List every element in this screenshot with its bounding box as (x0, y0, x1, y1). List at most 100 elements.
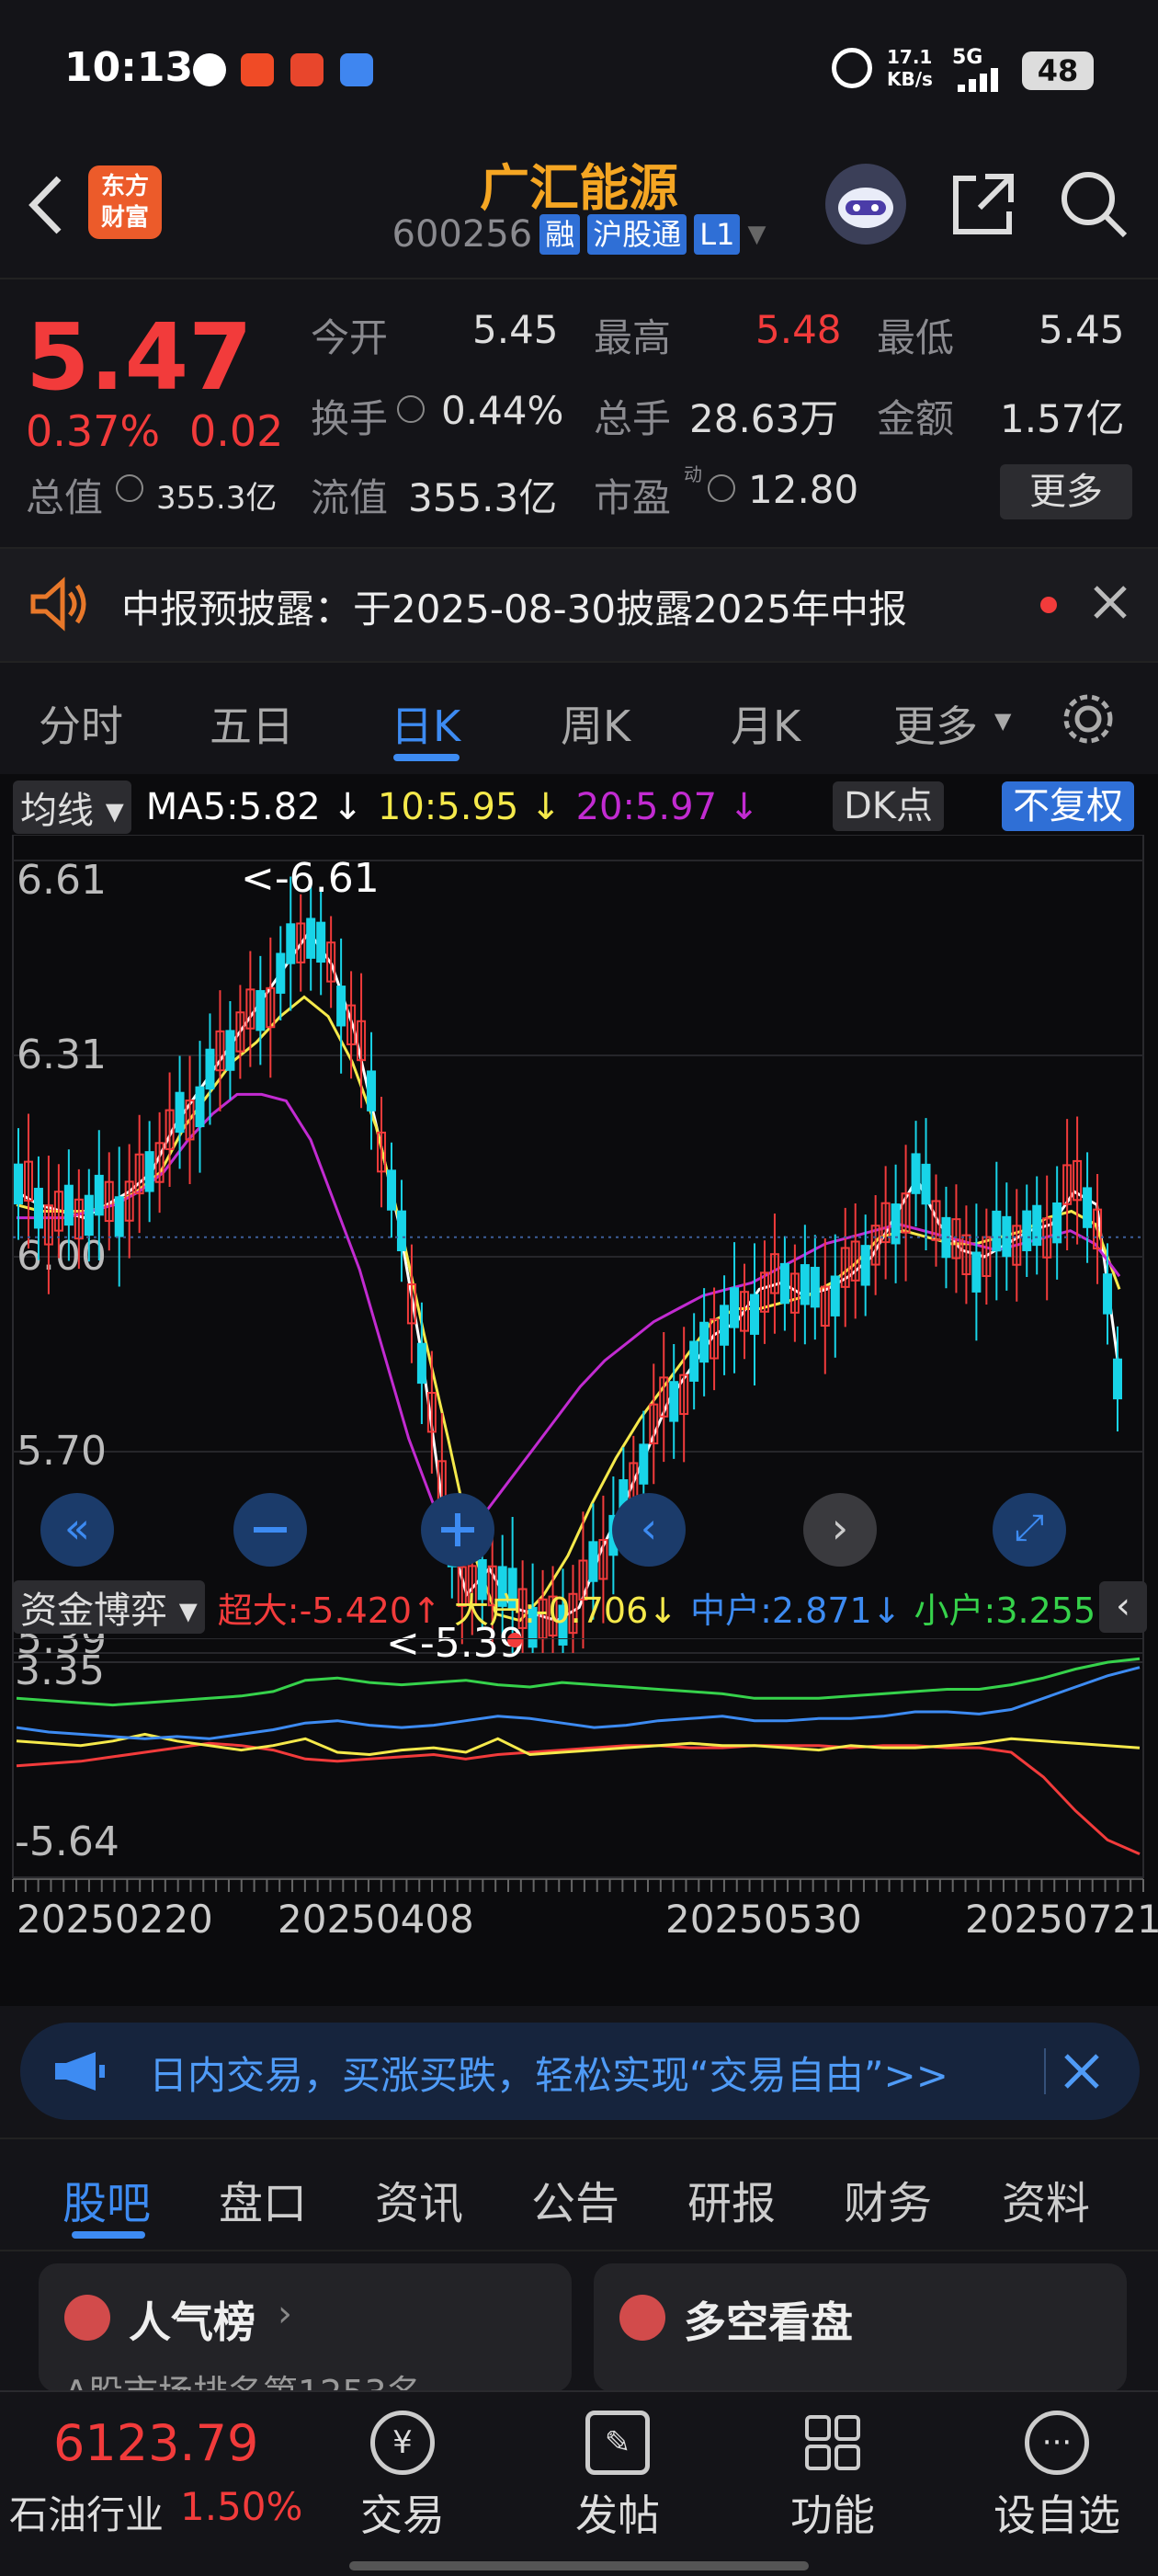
zoom-in-icon[interactable] (421, 1493, 494, 1567)
candle-body (84, 1194, 94, 1237)
candle-body (255, 989, 266, 1032)
nav-post[interactable]: ✎ 发帖 (544, 2411, 691, 2543)
pe-label: 市盈 (594, 475, 672, 520)
app-notification-icon (340, 53, 373, 86)
popularity-card[interactable]: 人气榜 › A股市场排名第1253名 (39, 2263, 572, 2413)
x-tick-label: 20250721 (965, 1897, 1158, 1942)
super-large-legend: 超大:-5.420↑ (217, 1590, 441, 1631)
medium-legend-value: 中户:2.871 (690, 1590, 872, 1631)
tab-daily-k[interactable]: 日K (391, 693, 460, 754)
super-large-line (16, 1741, 1141, 1855)
tab-intraday[interactable]: 分时 (39, 693, 123, 754)
info-icon[interactable] (116, 474, 143, 502)
close-icon[interactable] (1092, 584, 1129, 624)
candle-body (144, 1151, 154, 1192)
notice-bar[interactable]: 中报预披露：于2025-08-30披露2025年中报 (0, 547, 1158, 663)
candle-body (306, 918, 316, 959)
info-icon[interactable] (708, 474, 735, 502)
app-notification-icon (290, 53, 324, 86)
collapse-icon[interactable]: ‹ (1099, 1581, 1147, 1633)
float-cap-label: 流值 (311, 475, 389, 520)
scroll-start-icon[interactable]: « (40, 1493, 114, 1567)
tab-five-day[interactable]: 五日 (210, 693, 294, 754)
high-annotation: <-6.61 (241, 855, 380, 902)
ma5-legend: MA5:5.82 ↓ (145, 786, 363, 828)
ma5-legend-value: MA5:5.82 (145, 786, 321, 828)
nav-add-watchlist-label: 设自选 (993, 2491, 1120, 2540)
x-tick-label: 20250408 (278, 1897, 474, 1942)
turnover-value: 0.44% (441, 388, 564, 433)
y-tick-label: 6.00 (17, 1233, 107, 1280)
y-tick-label: 6.31 (17, 1032, 107, 1078)
index-name[interactable]: 石油行业 (9, 2484, 164, 2540)
tab-monthly-k[interactable]: 月K (731, 693, 800, 754)
next-icon[interactable]: › (803, 1493, 877, 1567)
active-tab-indicator (393, 754, 460, 761)
candle-body (1022, 1210, 1032, 1251)
small-legend-value: 小户:3.255 (914, 1590, 1096, 1631)
dropdown-icon[interactable]: ▼ (747, 221, 766, 248)
index-change: 1.50% (180, 2484, 303, 2529)
more-button[interactable]: 更多 (1000, 464, 1132, 519)
dk-point-selector[interactable]: DK点 (833, 781, 945, 831)
candle-body (416, 1342, 426, 1385)
nav-add-watchlist[interactable]: ··· 设自选 (974, 2411, 1140, 2543)
previous-icon[interactable]: ‹ (612, 1493, 686, 1567)
super-large-legend-value: 超大:-5.420 (217, 1590, 413, 1631)
stock-code: 600256 (392, 213, 533, 256)
tab-financials[interactable]: 财务 (844, 2167, 932, 2231)
candle-body (276, 952, 286, 994)
candle-body (830, 1275, 840, 1316)
index-value[interactable]: 6123.79 (53, 2414, 258, 2472)
chart-area[interactable]: 均线 ▾ MA5:5.82 ↓ 10:5.95 ↓ 20:5.97 ↓ DK点 … (0, 774, 1158, 2006)
ma10-legend-value: 10:5.95 (377, 786, 519, 828)
tab-profile[interactable]: 资料 (1002, 2167, 1090, 2231)
notice-text: 中报预披露：于2025-08-30披露2025年中报 (121, 587, 907, 632)
vs-icon (619, 2295, 665, 2341)
adjust-selector[interactable]: 不复权 (1002, 781, 1134, 831)
open-value: 5.45 (472, 307, 559, 352)
yuan-icon: ¥ (370, 2411, 435, 2475)
alarm-icon (832, 48, 872, 88)
y-tick-label: 5.70 (17, 1428, 107, 1475)
bull-bear-card[interactable]: 多空看盘 (594, 2263, 1127, 2392)
y-tick-label: 3.35 (15, 1647, 105, 1694)
fullscreen-icon[interactable]: ⤢ (993, 1493, 1066, 1567)
zoom-out-icon[interactable] (233, 1493, 307, 1567)
ma5-line (16, 929, 1121, 1623)
app-notification-icon (193, 53, 226, 86)
volume-value: 28.63万 (689, 396, 839, 441)
assistant-avatar[interactable] (825, 164, 906, 245)
tab-orderbook[interactable]: 盘口 (219, 2167, 307, 2231)
app-notification-icon (241, 53, 274, 86)
candle-body (800, 1264, 810, 1305)
candle-body (699, 1321, 710, 1363)
fund-flow-chart[interactable]: 3.35 -5.64 20250220 20250408 20250530 2025072… (0, 1638, 1158, 2006)
net-speed: 17.1 KB/s (887, 46, 933, 90)
change-amount: 0.02 (189, 406, 284, 456)
ma10-line (16, 995, 1121, 1623)
indicator-selector[interactable]: 资金博弈 ▾ (13, 1580, 205, 1634)
candle-body (336, 986, 346, 1027)
close-icon[interactable] (1062, 2052, 1101, 2094)
tab-research[interactable]: 研报 (687, 2167, 776, 2231)
candle-body (316, 921, 326, 963)
tab-more[interactable]: 更多 (893, 693, 978, 754)
gear-icon[interactable] (1059, 690, 1118, 752)
promo-banner[interactable]: 日内交易，买涨买跌，轻松实现“交易自由”>> (20, 2023, 1140, 2120)
candle-body (1032, 1204, 1042, 1247)
share-icon[interactable] (948, 169, 1018, 243)
nav-functions[interactable]: 功能 (759, 2411, 906, 2543)
candle-body (810, 1266, 820, 1308)
small-legend: 小户:3.255↓ (914, 1582, 1125, 1633)
nav-trade[interactable]: ¥ 交易 (329, 2411, 476, 2543)
tab-announcements[interactable]: 公告 (531, 2167, 619, 2231)
search-icon[interactable] (1059, 169, 1129, 243)
chevron-down-icon: ▼ (994, 708, 1012, 734)
tab-forum[interactable]: 股吧 (62, 2167, 151, 2231)
tab-weekly-k[interactable]: 周K (561, 693, 630, 754)
tab-news[interactable]: 资讯 (375, 2167, 463, 2231)
active-tab-indicator (72, 2231, 145, 2239)
ma-selector[interactable]: 均线 ▾ (13, 781, 131, 834)
info-icon[interactable] (397, 395, 425, 423)
